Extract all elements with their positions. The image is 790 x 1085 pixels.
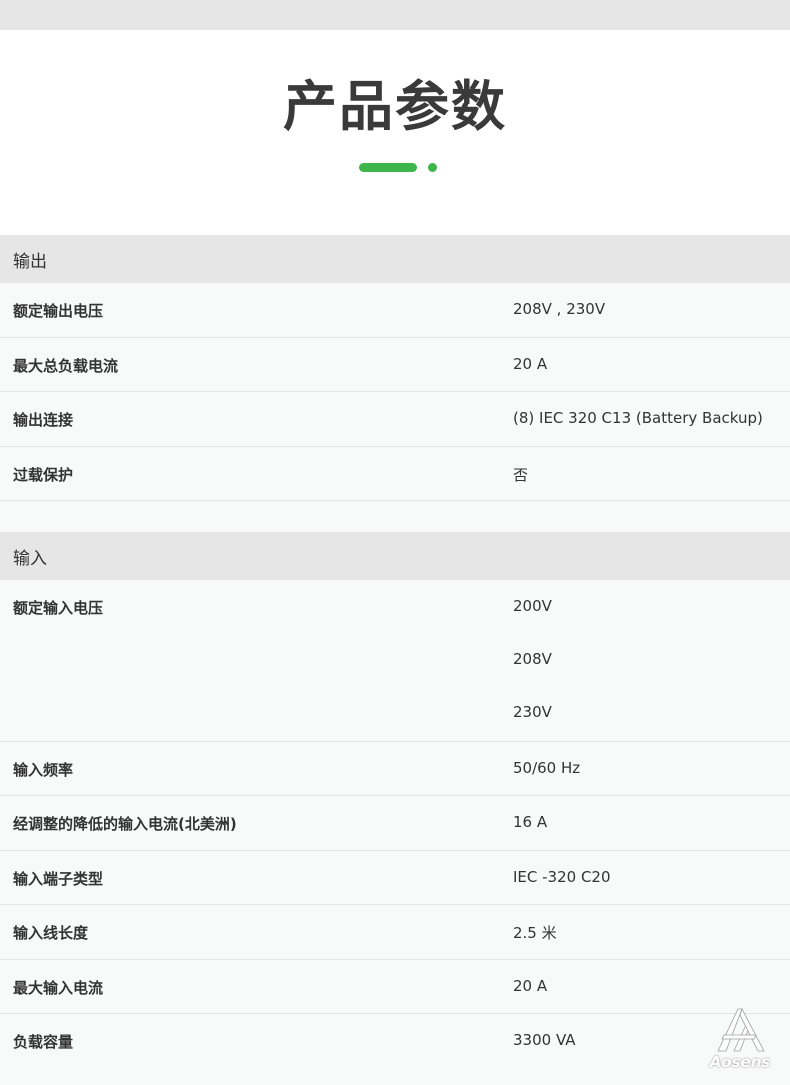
section-header-output: 输出: [0, 235, 790, 283]
section-title-input: 输入: [13, 548, 47, 569]
aosens-logo-icon: [717, 1007, 765, 1052]
product-spec-page: 产品参数 输出 额定输出电压 208V , 230V 最大总负载电流 20 A …: [0, 0, 790, 1085]
row-label: 额定输出电压: [13, 302, 104, 320]
title-accent-dot: [428, 163, 437, 172]
row-value: 200V: [513, 597, 552, 615]
watermark: Aosens: [700, 1005, 780, 1075]
section-header-input: 输入: [0, 532, 790, 580]
table-row: 经调整的降低的输入电流(北美洲) 16 A: [0, 796, 790, 851]
row-label: 过载保护: [13, 466, 74, 484]
row-label: 负载容量: [13, 1033, 74, 1051]
row-value: 20 A: [513, 977, 548, 995]
row-value: 50/60 Hz: [513, 759, 581, 777]
row-value: 2.5 米: [513, 924, 557, 942]
table-row: 输入线长度 2.5 米: [0, 905, 790, 960]
row-label: 经调整的降低的输入电流(北美洲): [13, 815, 237, 833]
row-label: 输出连接: [13, 411, 74, 429]
row-value: (8) IEC 320 C13 (Battery Backup): [513, 409, 763, 427]
row-label: 输入端子类型: [13, 870, 104, 888]
row-value: 208V , 230V: [513, 300, 606, 318]
section-gap: [0, 501, 790, 532]
row-value: 208V: [513, 650, 552, 668]
row-value: 3300 VA: [513, 1031, 576, 1049]
row-value: 否: [513, 466, 529, 484]
section-title-output: 输出: [13, 251, 47, 272]
row-value-list: 200V 208V 230V: [513, 580, 552, 739]
table-row: 过载保护 否: [0, 447, 790, 501]
row-label: 输入线长度: [13, 924, 89, 942]
row-value: 16 A: [513, 813, 548, 831]
table-row: 额定输出电压 208V , 230V: [0, 283, 790, 338]
table-row: 输出连接 (8) IEC 320 C13 (Battery Backup): [0, 392, 790, 447]
watermark-text: Aosens: [709, 1053, 771, 1071]
row-label: 最大输入电流: [13, 979, 104, 997]
row-label: 最大总负载电流: [13, 357, 119, 375]
table-row: 输入端子类型 IEC -320 C20: [0, 851, 790, 905]
table-row: 额定输入电压 200V 208V 230V: [0, 580, 790, 742]
table-row: 最大总负载电流 20 A: [0, 338, 790, 392]
table-row: 负载容量 3300 VA: [0, 1014, 790, 1085]
row-label: 输入频率: [13, 761, 74, 779]
table-row: 最大输入电流 20 A: [0, 960, 790, 1014]
row-value: 20 A: [513, 355, 548, 373]
table-row: 输入频率 50/60 Hz: [0, 742, 790, 796]
title-accent-bar: [359, 163, 417, 172]
row-value: IEC -320 C20: [513, 868, 611, 886]
row-label: 额定输入电压: [13, 599, 104, 617]
row-value: 230V: [513, 703, 552, 721]
page-title: 产品参数: [283, 75, 507, 138]
top-band: [0, 0, 790, 30]
